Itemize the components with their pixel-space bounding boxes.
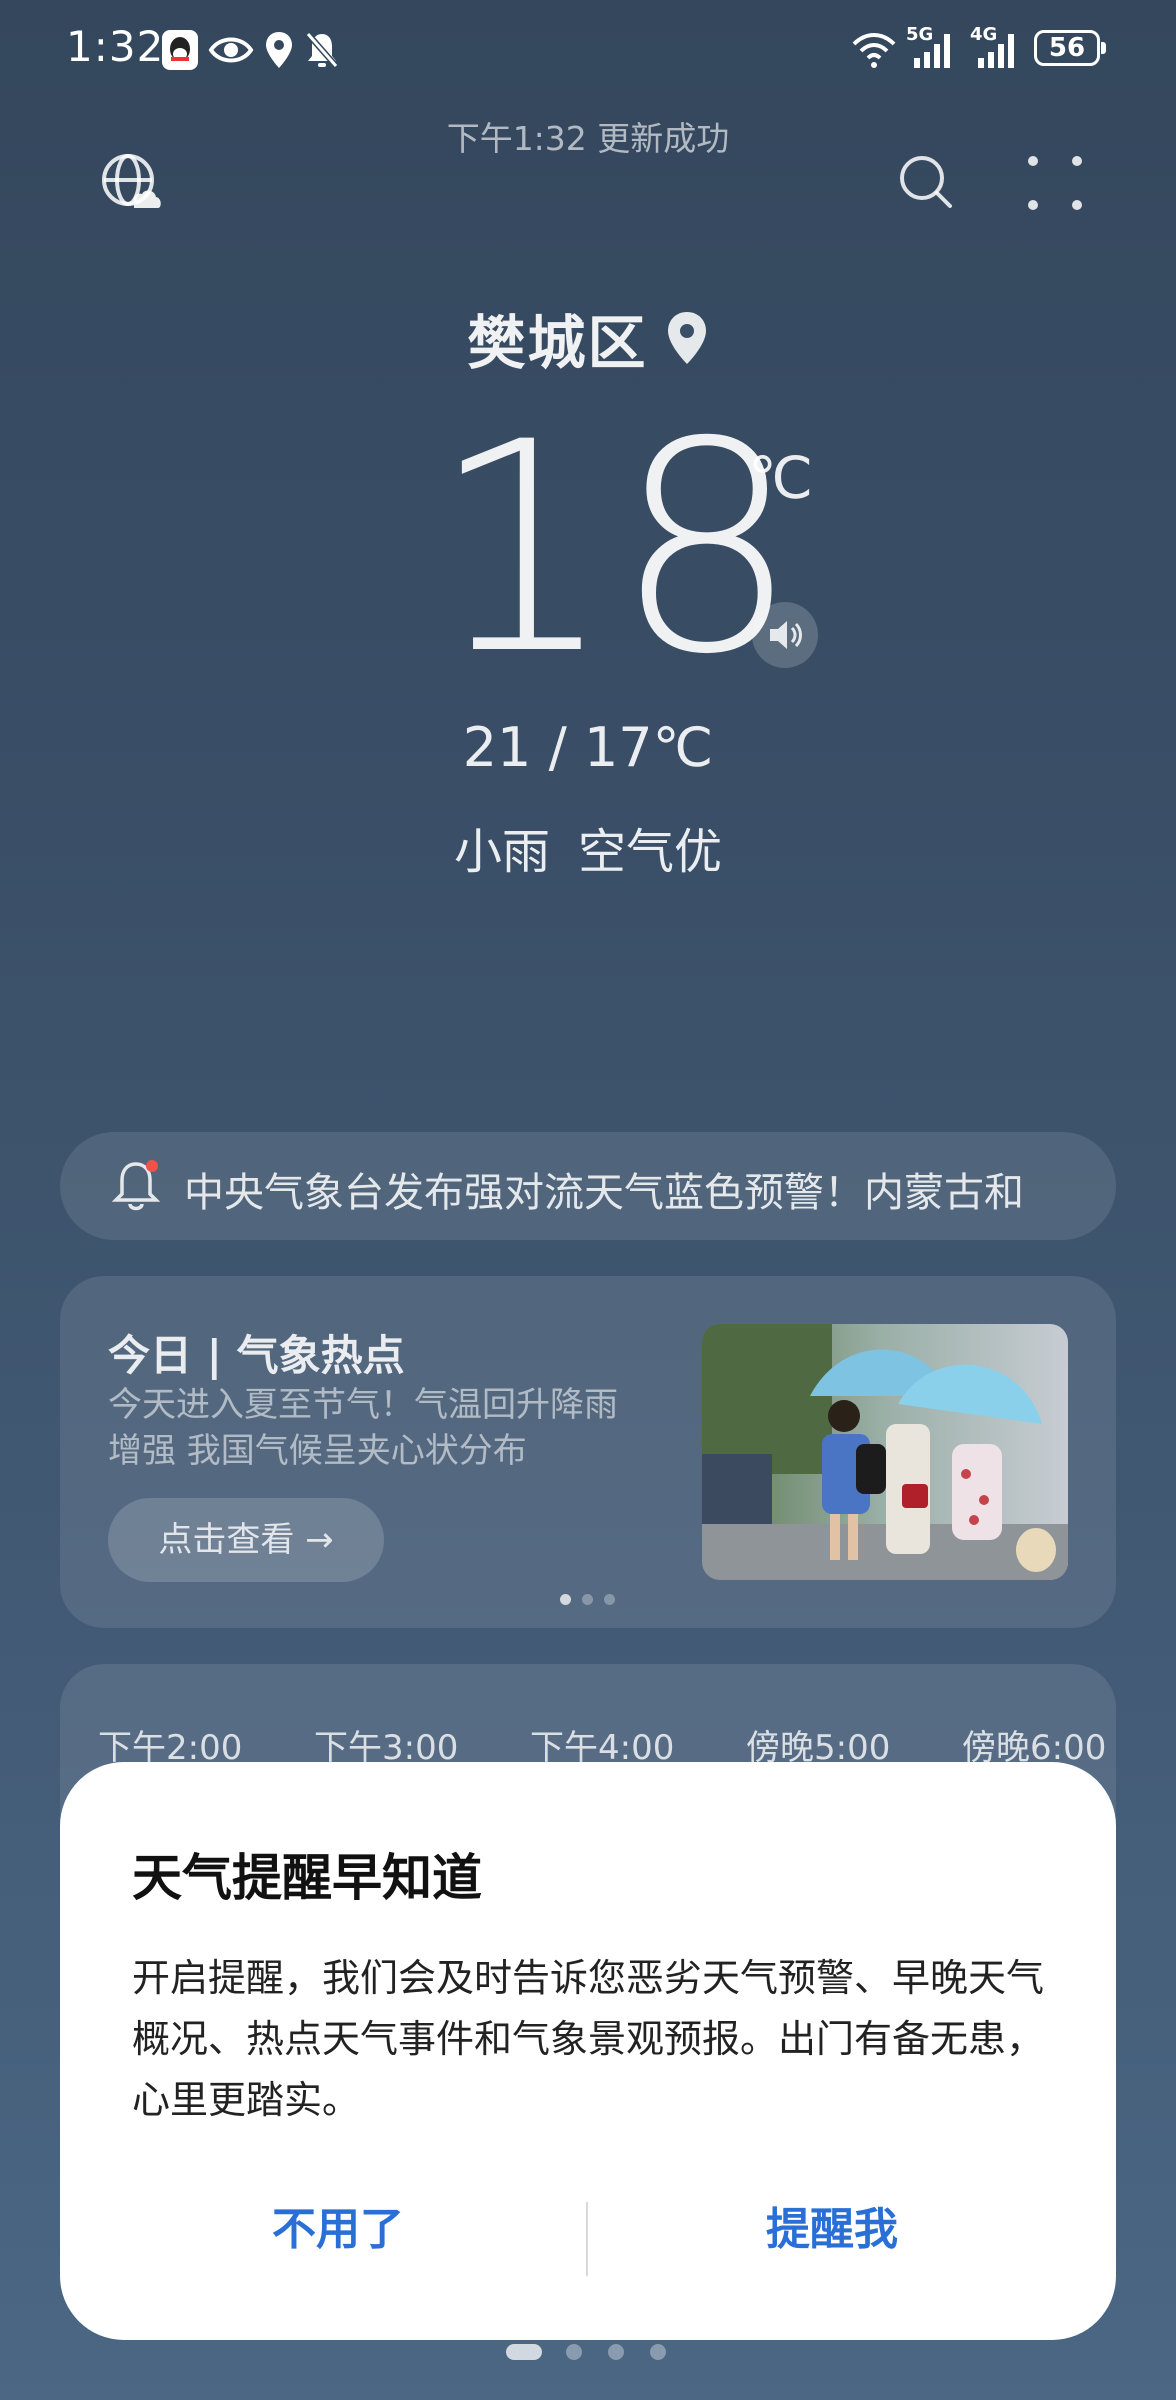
temperature-unit: ℃: [748, 444, 814, 512]
dialog-body: 开启提醒，我们会及时告诉您恶劣天气预警、早晚天气概况、热点天气事件和气象景观预报…: [132, 1956, 1045, 2122]
carousel-dot: [582, 1594, 593, 1605]
signal-4g-icon: [978, 34, 1014, 68]
wifi-icon: [852, 33, 896, 68]
page-dot: [650, 2344, 666, 2360]
alert-text: 中央气象台发布强对流天气蓝色预警！内蒙古和: [184, 1170, 1024, 1216]
air-quality: 空气优: [578, 824, 723, 880]
search-icon[interactable]: [896, 152, 956, 212]
update-status: 下午1:32 更新成功: [446, 119, 730, 158]
location-status-icon: [266, 32, 292, 68]
condition-row: 小雨 空气优: [0, 812, 1176, 882]
weather-alert-banner[interactable]: 中央气象台发布强对流天气蓝色预警！内蒙古和: [60, 1132, 1116, 1240]
location-row[interactable]: 樊城区: [0, 296, 1176, 380]
battery-indicator: 56: [1034, 30, 1100, 66]
carousel-dot: [560, 1594, 571, 1605]
view-details-button[interactable]: 点击查看 →: [108, 1498, 384, 1582]
carousel-dot: [604, 1594, 615, 1605]
signal-5g-icon: [914, 34, 950, 68]
mute-icon: [305, 32, 339, 68]
status-time: 1:32: [66, 22, 165, 71]
page-dot: [608, 2344, 624, 2360]
current-temperature: 18: [430, 381, 800, 718]
status-bar: 1:32 5G 4G 56: [0, 0, 1176, 100]
location-pin-icon: [667, 312, 706, 364]
page-dot: [506, 2344, 542, 2360]
voice-broadcast-button[interactable]: [752, 602, 818, 668]
city-name: 樊城区: [467, 309, 648, 377]
weather-hot-topic-card[interactable]: 今日 | 气象热点 今天进入夏至节气！气温回升降雨增强 我国气候呈夹心状分布 点…: [60, 1276, 1116, 1628]
alert-bell-icon: [111, 1160, 161, 1211]
hot-topic-image[interactable]: [702, 1324, 1068, 1580]
remind-me-button[interactable]: 提醒我: [592, 2190, 1072, 2270]
page-dot: [566, 2344, 582, 2360]
speaker-icon: [770, 621, 802, 649]
battery-tip: [1101, 42, 1106, 54]
dialog-title: 天气提醒早知道: [132, 1849, 482, 1907]
decline-button[interactable]: 不用了: [98, 2190, 578, 2270]
more-options-icon[interactable]: [1024, 152, 1086, 214]
weather-condition: 小雨: [453, 824, 550, 880]
qq-icon: [162, 30, 198, 70]
dialog-button-divider: [586, 2202, 588, 2276]
hot-topic-description: 今天进入夏至节气！气温回升降雨增强 我国气候呈夹心状分布: [108, 1385, 618, 1471]
reminder-dialog: 天气提醒早知道 开启提醒，我们会及时告诉您恶劣天气预警、早晚天气概况、热点天气事…: [60, 1762, 1116, 2340]
eye-icon: [208, 37, 254, 63]
temperature-range: 21 / 17℃: [462, 716, 714, 779]
hot-topic-title: 今日 | 气象热点: [108, 1331, 405, 1380]
city-manage-globe-icon[interactable]: [100, 152, 162, 214]
